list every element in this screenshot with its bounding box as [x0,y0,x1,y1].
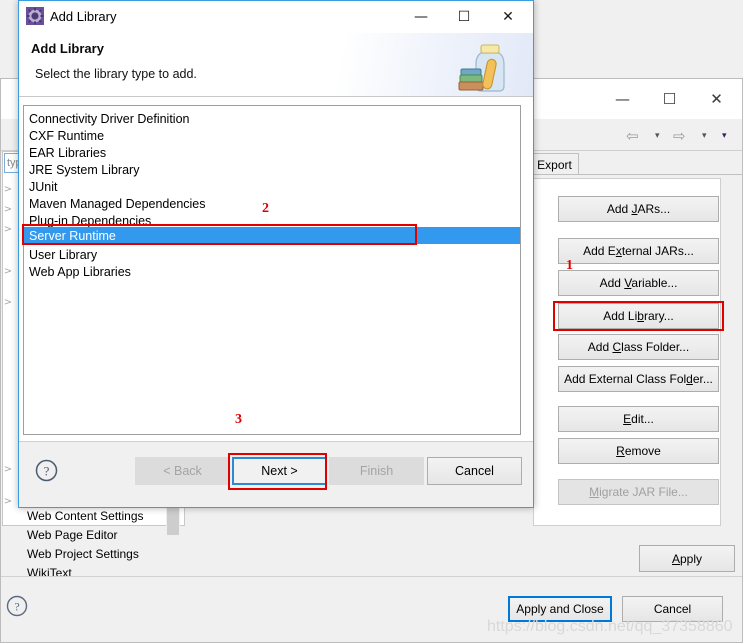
next-button-highlight-box [228,453,327,490]
chevron-right-icon[interactable]: > [0,224,16,235]
chevron-right-icon[interactable]: > [0,464,16,475]
list-item[interactable]: Maven Managed Dependencies [24,195,520,212]
dialog-help-icon[interactable]: ? [35,459,58,482]
button-label: Edit... [623,412,654,426]
button-label: Finish [359,464,394,478]
add-class-folder-button[interactable]: Add Class Folder... [558,334,719,360]
add-external-jars-button[interactable]: Add External JARs... [558,238,719,264]
list-item-label: Web App Libraries [29,264,131,279]
background-minimize-button[interactable]: — [600,80,645,118]
button-label: Add Variable... [599,276,678,290]
chevron-right-icon[interactable]: > [0,266,16,277]
add-variable-button[interactable]: Add Variable... [558,270,719,296]
apply-button[interactable]: Apply [639,545,735,572]
chevron-right-icon[interactable]: > [0,184,16,195]
button-label: Add External JARs... [583,244,694,258]
button-label: Remove [616,444,661,458]
edit-button[interactable]: Edit... [558,406,719,432]
tab-label: Export [537,157,572,172]
button-label: Apply and Close [516,602,604,616]
page-title: Add Library [31,41,104,56]
dialog-minimize-button[interactable]: — [400,2,442,32]
add-external-class-folder-button[interactable]: Add External Class Folder... [558,366,719,392]
list-item[interactable]: User Library [24,246,520,263]
button-label: Apply [671,551,703,566]
dialog-title: Add Library [50,9,117,24]
help-icon[interactable]: ? [6,595,28,617]
tree-item-label: Web Content Settings [27,508,144,523]
add-jars-button[interactable]: Add JARs... [558,196,719,222]
library-jar-books-icon [455,37,517,95]
list-item-label: User Library [29,247,98,262]
button-label: Add Class Folder... [587,340,690,354]
back-dropdown-caret-icon[interactable]: ▾ [655,131,660,141]
button-label: Add JARs... [606,202,671,216]
back-button: < Back [135,457,230,485]
annotation-step-3: 3 [235,412,242,427]
tree-item-label: Web Project Settings [27,546,139,561]
tab-export[interactable]: Export [530,153,579,175]
list-item-label: JRE System Library [29,162,140,177]
list-item[interactable]: JRE System Library [24,161,520,178]
annotation-step-1: 1 [566,258,573,273]
list-item-label: JUnit [29,179,58,194]
list-item[interactable]: Web App Libraries [24,263,520,280]
annotation-step-2: 2 [262,201,269,216]
tab-underline [530,174,742,175]
background-close-button[interactable]: ✕ [694,80,739,118]
list-item[interactable]: EAR Libraries [24,144,520,161]
button-label: Add External Class Folder... [564,372,713,386]
button-label: Cancel [653,602,692,616]
toolbar-menu-caret-icon[interactable]: ▾ [722,131,727,141]
tree-item-label: Web Page Editor [27,527,118,542]
page-subtitle: Select the library type to add. [35,67,197,81]
svg-text:?: ? [14,600,19,614]
background-maximize-button[interactable]: ☐ [647,80,692,118]
dialog-close-button[interactable]: ✕ [487,2,529,32]
button-label: < Back [163,464,202,478]
watermark-text: https://blog.csdn.net/qq_37358860 [487,618,733,635]
dialog-maximize-button[interactable]: ☐ [443,2,485,32]
list-item[interactable]: CXF Runtime [24,127,520,144]
button-label: Migrate JAR File... [589,485,688,499]
remove-button[interactable]: Remove [558,438,719,464]
migrate-jar-file-button: Migrate JAR File... [558,479,719,505]
gear-icon [26,7,44,25]
button-label: Cancel [455,464,494,478]
dialog-cancel-button[interactable]: Cancel [427,457,522,485]
add-library-highlight-box [553,301,724,331]
chevron-right-icon[interactable]: > [0,297,16,308]
list-item-label: EAR Libraries [29,145,107,160]
list-item-label: Connectivity Driver Definition [29,111,190,126]
back-arrow-icon[interactable]: ⇦ [626,127,639,145]
chevron-right-icon[interactable]: > [0,204,16,215]
server-runtime-highlight-box [22,224,417,245]
list-item-label: Maven Managed Dependencies [29,196,206,211]
forward-dropdown-caret-icon[interactable]: ▾ [702,131,707,141]
list-item-label: CXF Runtime [29,128,105,143]
list-item[interactable]: Connectivity Driver Definition [24,110,520,127]
list-item[interactable]: JUnit [24,178,520,195]
svg-text:?: ? [44,464,50,479]
finish-button: Finish [329,457,424,485]
forward-arrow-icon[interactable]: ⇨ [673,127,686,145]
